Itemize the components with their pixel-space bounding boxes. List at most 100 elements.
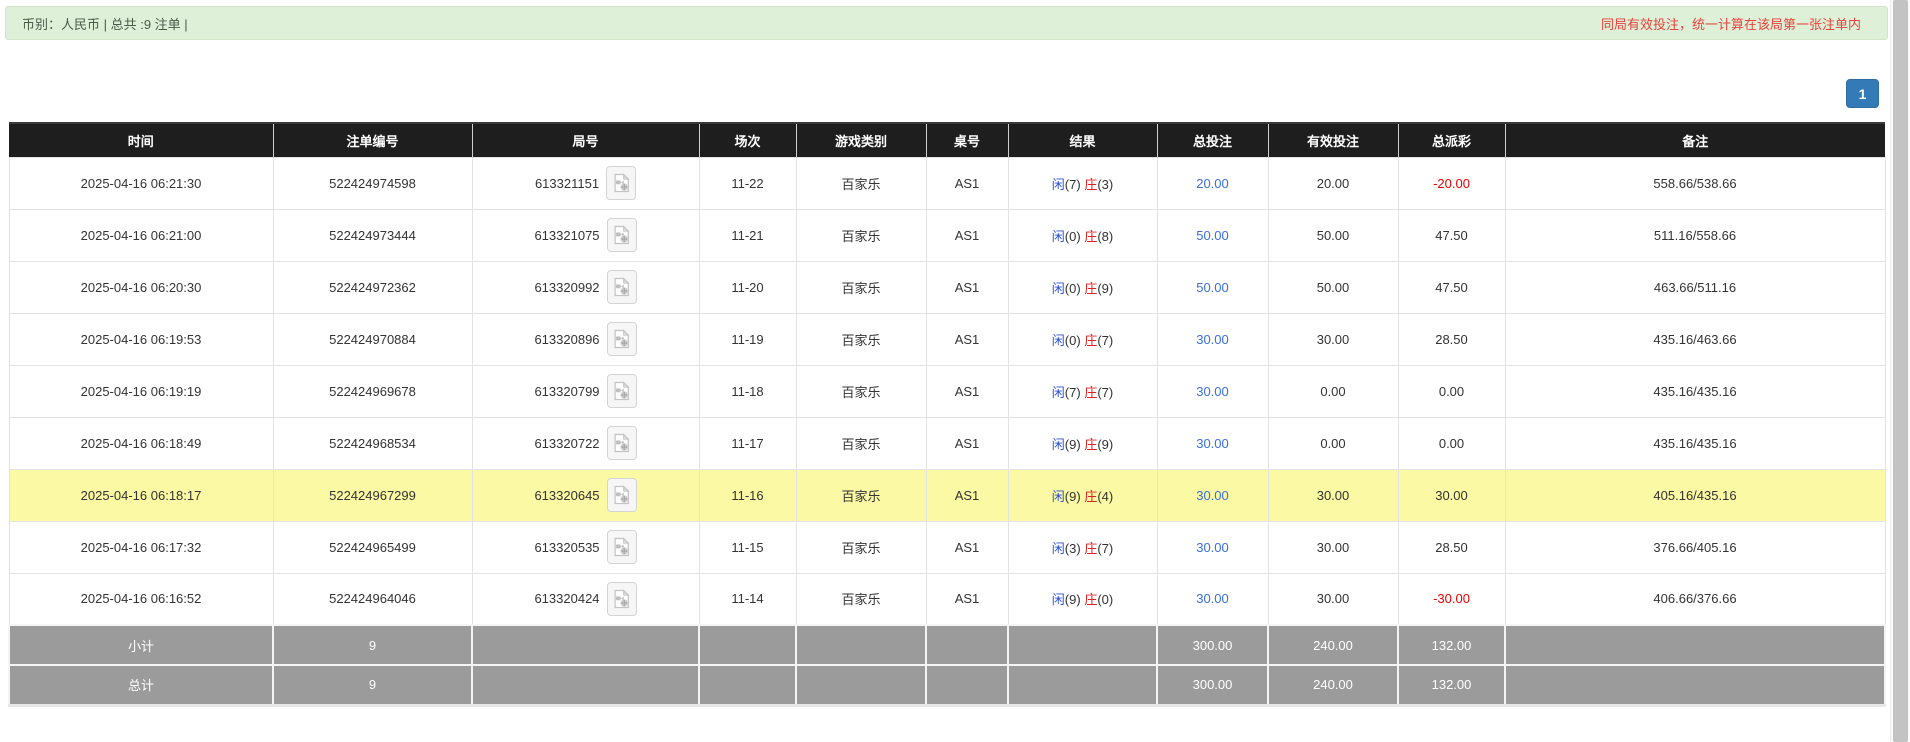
table-row[interactable]: 2025-04-16 06:19:53 522424970884 613320896… [8,312,1886,366]
table-row[interactable]: 2025-04-16 06:19:19 522424969678 613320799… [8,364,1886,418]
table-row[interactable]: 2025-04-16 06:21:30 522424974598 613321151… [8,156,1886,210]
video-file-icon [614,537,630,557]
round-id-text: 613320896 [534,331,600,347]
banker-result-score: (7) [1097,384,1114,400]
table-row[interactable]: 2025-04-16 06:17:32 522424965499 613320535… [8,520,1886,574]
video-replay-button[interactable] [606,166,637,200]
table-row[interactable]: 2025-04-16 06:21:00 522424973444 613321075… [8,208,1886,262]
vertical-scrollbar-thumb[interactable] [1893,0,1908,742]
footer-label: 小计 [8,624,274,666]
cell-bet-id: 522424964046 [272,572,473,626]
banker-result-score: (0) [1097,592,1114,608]
footer-total-payout: 132.00 [1397,624,1506,666]
footer-empty-result [1007,624,1158,666]
total-bet-link[interactable]: 50.00 [1196,228,1229,243]
player-result-score: (9) [1064,488,1081,504]
footer-label: 总计 [8,664,274,707]
header-cell-table-no: 桌号 [926,122,1009,157]
banker-result-label: 庄 [1084,176,1098,192]
cell-remark: 435.16/435.16 [1504,416,1886,470]
footer-empty-game-type [795,624,927,666]
total-bet-link[interactable]: 30.00 [1196,436,1229,451]
cell-result: 闲(9) 庄(0) [1007,572,1158,626]
cell-remark: 558.66/538.66 [1504,156,1886,210]
cell-total-payout: 0.00 [1397,416,1506,470]
video-replay-button[interactable] [606,270,637,304]
cell-bet-id: 522424965499 [272,520,473,574]
banker-result-score: (8) [1097,228,1114,244]
player-result-score: (7) [1064,176,1081,192]
video-replay-button[interactable] [606,478,637,512]
total-bet-link[interactable]: 50.00 [1196,280,1229,295]
cell-result: 闲(7) 庄(7) [1007,364,1158,418]
vertical-scrollbar-track[interactable] [1890,0,1910,742]
cell-bet-id: 522424967299 [272,468,473,522]
total-bet-link[interactable]: 30.00 [1196,540,1229,555]
cell-session: 11-15 [698,520,797,574]
cell-total-payout: 30.00 [1397,468,1506,522]
cell-session: 11-21 [698,208,797,262]
video-replay-button[interactable] [606,426,637,460]
video-replay-button[interactable] [606,322,637,356]
banker-result-score: (7) [1097,540,1114,556]
footer-empty-table-no [925,624,1009,666]
cell-bet-id: 522424969678 [272,364,473,418]
cell-total-payout: 0.00 [1397,364,1506,418]
cell-total-bet: 30.00 [1156,572,1269,626]
cell-valid-bet: 50.00 [1267,260,1399,314]
player-result-score: (0) [1064,332,1081,348]
footer-empty-round [471,624,700,666]
video-replay-button[interactable] [606,374,637,408]
cell-game-type: 百家乐 [795,208,927,262]
banker-result-score: (3) [1097,176,1114,192]
footer-count: 9 [272,664,473,707]
player-result-label: 闲 [1051,540,1065,556]
video-replay-button[interactable] [606,218,637,252]
video-file-icon [614,485,630,505]
payout-value: 47.50 [1435,227,1468,243]
table-row[interactable]: 2025-04-16 06:20:30 522424972362 613320992… [8,260,1886,314]
cell-valid-bet: 30.00 [1267,572,1399,626]
video-replay-button[interactable] [606,581,637,616]
cell-result: 闲(9) 庄(9) [1007,416,1158,470]
page-1-button[interactable]: 1 [1846,79,1879,108]
currency-summary-text: 币别：人民币 | 总共 :9 注单 | [22,16,188,32]
video-replay-button[interactable] [606,530,637,564]
cell-table-no: AS1 [925,208,1009,262]
player-result-score: (3) [1064,540,1081,556]
cell-total-payout: 28.50 [1397,312,1506,366]
total-bet-link[interactable]: 30.00 [1196,384,1229,399]
table-row[interactable]: 2025-04-16 06:18:49 522424968534 613320722… [8,416,1886,470]
table-row[interactable]: 2025-04-16 06:16:52 522424964046 613320424… [8,572,1886,626]
cell-total-bet: 30.00 [1156,520,1269,574]
footer-total-bet: 300.00 [1156,664,1269,707]
footer-empty-round [471,664,700,707]
round-id-text: 613320645 [534,487,600,503]
video-file-icon [614,225,630,245]
total-bet-link[interactable]: 30.00 [1196,332,1229,347]
cell-round-id: 613320896 [471,312,700,366]
footer-empty-remark [1504,664,1886,707]
cell-total-bet: 30.00 [1156,312,1269,366]
footer-empty-session [698,664,797,707]
table-row[interactable]: 2025-04-16 06:18:17 522424967299 613320645… [8,468,1886,522]
header-cell-result: 结果 [1008,122,1158,157]
payout-value: -30.00 [1433,591,1470,607]
total-bet-link[interactable]: 20.00 [1196,176,1229,191]
cell-valid-bet: 30.00 [1267,468,1399,522]
cell-result: 闲(0) 庄(7) [1007,312,1158,366]
total-bet-link[interactable]: 30.00 [1196,591,1229,606]
video-file-icon [614,433,630,453]
footer-total-bet: 300.00 [1156,624,1269,666]
banker-result-score: (9) [1097,280,1114,296]
video-file-icon [614,381,630,401]
footer-valid-bet: 240.00 [1267,624,1399,666]
banker-result-label: 庄 [1084,384,1098,400]
video-file-icon [614,277,630,297]
round-id-text: 613320535 [534,539,600,555]
cell-total-bet: 20.00 [1156,156,1269,210]
footer-valid-bet: 240.00 [1267,664,1399,707]
banker-result-score: (7) [1097,332,1114,348]
total-bet-link[interactable]: 30.00 [1196,488,1229,503]
cell-remark: 406.66/376.66 [1504,572,1886,626]
